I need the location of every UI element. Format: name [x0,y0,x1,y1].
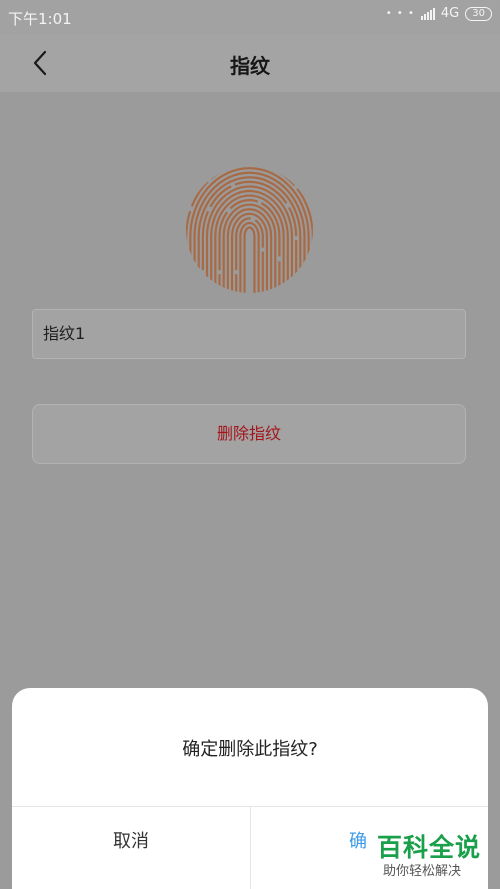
watermark-logo: 百科全说 助你轻松解决 [371,826,500,889]
battery-indicator: 30 [465,6,492,21]
watermark-brand: 百科全说 [377,833,482,862]
signal-icon [420,7,435,20]
dialog-message: 确定删除此指纹? [182,739,318,760]
status-time: 下午1:01 [8,10,72,28]
delete-fingerprint-button[interactable]: 删除指纹 [32,404,466,464]
status-icons: • • • 4G 30 [386,6,492,21]
status-bar: 下午1:01 • • • 4G 30 [0,0,500,34]
app-header: 指纹 [0,34,500,92]
cancel-button[interactable]: 取消 [12,807,250,877]
network-type: 4G [440,6,460,21]
fingerprint-name-field[interactable]: 指纹1 [32,309,466,359]
page-title: 指纹 [230,54,270,78]
fingerprint-icon [185,165,314,294]
watermark-slogan: 助你轻松解决 [383,864,462,879]
notification-dots-icon: • • • [385,8,415,19]
